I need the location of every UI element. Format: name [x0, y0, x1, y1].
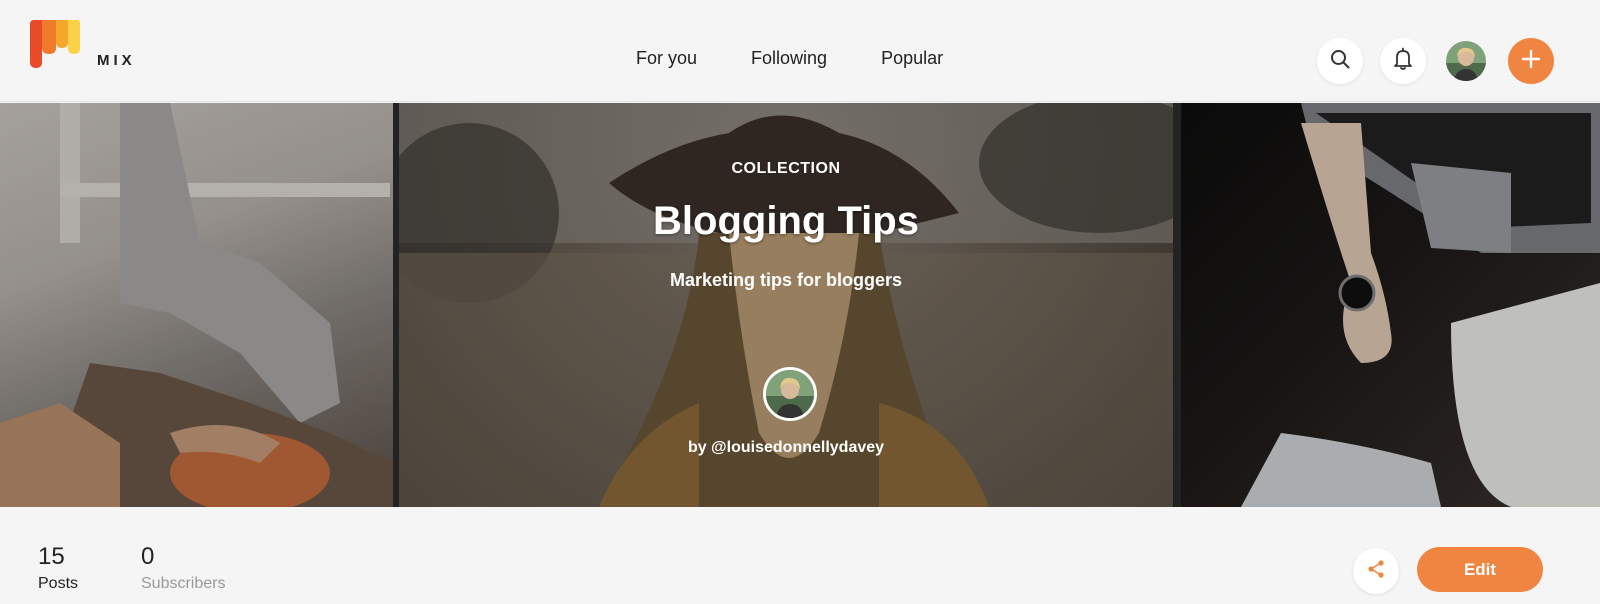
subscribers-stat: 0 Subscribers — [141, 543, 225, 593]
edit-button[interactable]: Edit — [1417, 547, 1543, 592]
collection-title: Blogging Tips — [653, 199, 919, 243]
brand-name: MIX — [97, 52, 136, 69]
nav-popular[interactable]: Popular — [881, 48, 943, 69]
plus-icon — [1521, 49, 1541, 74]
posts-count: 15 — [38, 543, 65, 570]
top-header: MIX For you Following Popular — [0, 0, 1600, 102]
add-button[interactable] — [1508, 38, 1554, 84]
nav-for-you[interactable]: For you — [636, 48, 697, 69]
share-button[interactable] — [1353, 548, 1399, 594]
search-button[interactable] — [1317, 38, 1363, 84]
author-avatar[interactable] — [763, 367, 817, 421]
collection-hero: COLLECTION Blogging Tips Marketing tips … — [0, 103, 1600, 507]
user-avatar[interactable] — [1446, 41, 1486, 81]
share-icon — [1366, 559, 1386, 584]
posts-stat: 15 Posts — [38, 543, 78, 593]
bell-icon — [1392, 47, 1414, 76]
nav-following[interactable]: Following — [751, 48, 827, 69]
notifications-button[interactable] — [1380, 38, 1426, 84]
collection-subtitle: Marketing tips for bloggers — [669, 270, 903, 290]
author-handle[interactable]: by @louisedonnellydavey — [399, 439, 1173, 457]
collection-kicker: COLLECTION — [731, 160, 841, 177]
hero-content: COLLECTION Blogging Tips Marketing tips … — [399, 103, 1173, 507]
main-nav: For you Following Popular — [636, 48, 997, 69]
search-icon — [1329, 48, 1351, 75]
subscribers-label: Subscribers — [141, 575, 226, 592]
mix-logo-icon[interactable] — [28, 18, 82, 72]
subscribers-count: 0 — [141, 543, 155, 570]
posts-label: Posts — [38, 575, 79, 592]
